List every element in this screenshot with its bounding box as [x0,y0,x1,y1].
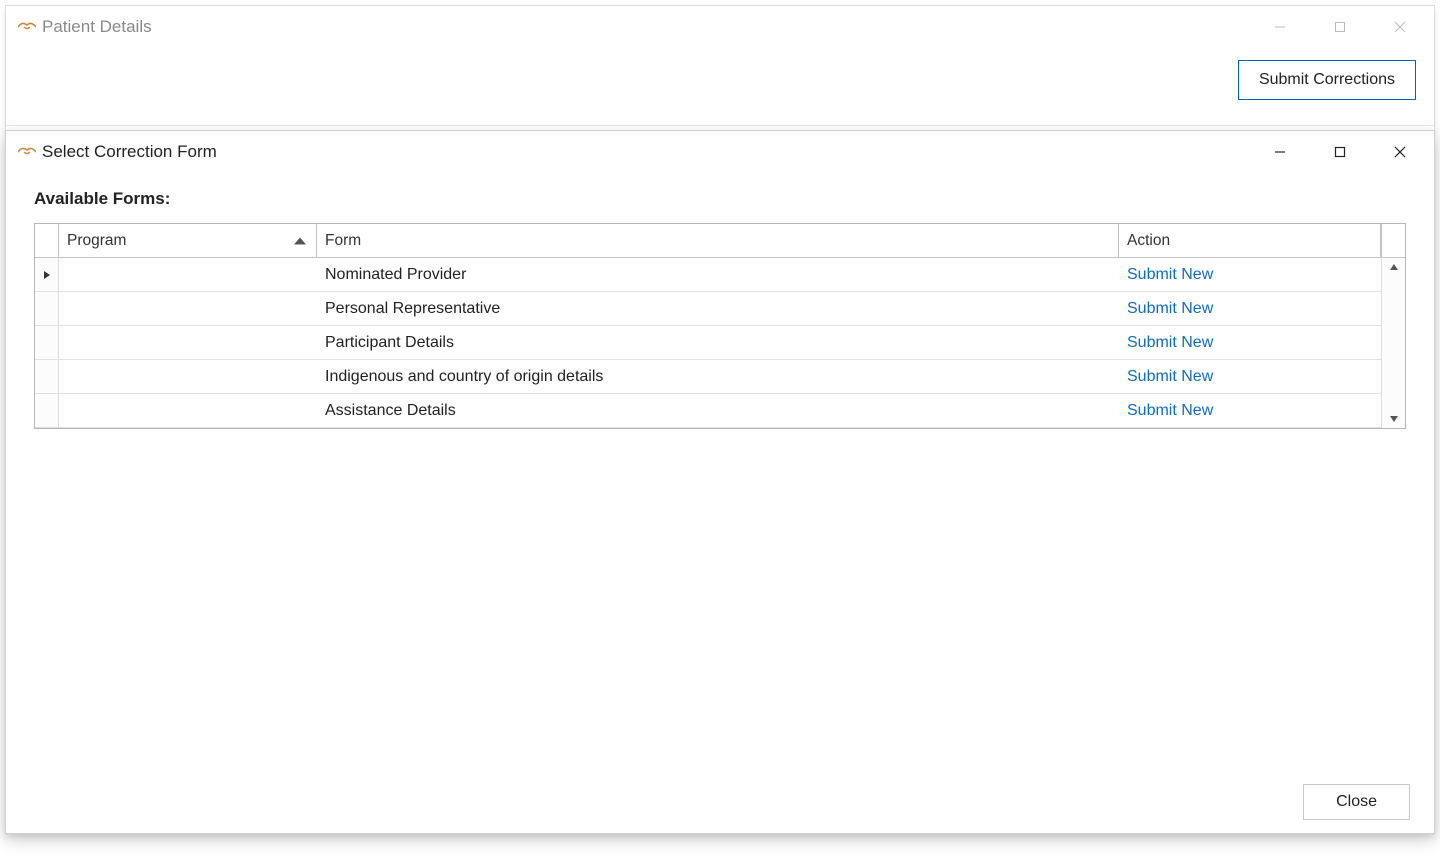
select-correction-form-window: Select Correction Form Available Forms: [5,130,1435,834]
minimize-button-outer[interactable] [1250,7,1310,47]
maximize-button-modal[interactable] [1310,132,1370,172]
grid-header-indicator [35,224,59,257]
cell-action: Submit New [1119,394,1381,427]
table-row: Assistance Details Submit New [35,394,1405,428]
submit-new-link[interactable]: Submit New [1127,266,1213,284]
modal-window-controls [1250,132,1430,172]
cell-action: Submit New [1119,326,1381,359]
column-header-form[interactable]: Form [317,224,1119,257]
scroll-up-icon[interactable] [1382,258,1405,276]
cell-program [59,258,317,291]
row-indicator [35,292,59,325]
cell-action: Submit New [1119,258,1381,291]
table-row: Indigenous and country of origin details… [35,360,1405,394]
column-header-program[interactable]: Program [59,224,317,257]
table-row: Participant Details Submit New [35,326,1405,360]
submit-corrections-button[interactable]: Submit Corrections [1238,60,1416,100]
modal-body: Available Forms: Program Form Action [6,173,1434,771]
row-indicator [35,394,59,427]
column-header-action[interactable]: Action [1119,224,1381,257]
grid-body: Nominated Provider Submit New Personal R… [35,258,1405,428]
close-button[interactable]: Close [1303,784,1410,820]
table-row: Nominated Provider Submit New [35,258,1405,292]
row-indicator [35,360,59,393]
cell-program [59,394,317,427]
cell-program [59,292,317,325]
patient-details-titlebar: Patient Details [6,6,1434,48]
grid-header-scroll-stub [1381,224,1405,257]
submit-new-link[interactable]: Submit New [1127,368,1213,386]
app-bird-icon [18,145,36,159]
patient-details-window-controls [1250,7,1430,47]
app-bird-icon [18,20,36,34]
scroll-down-icon[interactable] [1382,410,1405,428]
cell-form: Participant Details [317,326,1119,359]
close-button-outer[interactable] [1370,7,1430,47]
select-correction-form-titlebar: Select Correction Form [6,131,1434,173]
patient-details-title: Patient Details [42,17,1250,37]
patient-details-toolbar: Submit Corrections [6,48,1434,126]
submit-new-link[interactable]: Submit New [1127,402,1213,420]
available-forms-label: Available Forms: [34,189,1406,209]
column-header-program-label: Program [67,232,126,250]
maximize-button-outer[interactable] [1310,7,1370,47]
cell-form: Indigenous and country of origin details [317,360,1119,393]
close-button-modal[interactable] [1370,132,1430,172]
grid-vertical-scrollbar[interactable] [1381,258,1405,428]
submit-new-link[interactable]: Submit New [1127,334,1213,352]
modal-footer: Close [6,771,1434,833]
minimize-button-modal[interactable] [1250,132,1310,172]
grid-header-row: Program Form Action [35,224,1405,258]
cell-action: Submit New [1119,360,1381,393]
submit-new-link[interactable]: Submit New [1127,300,1213,318]
table-row: Personal Representative Submit New [35,292,1405,326]
cell-form: Nominated Provider [317,258,1119,291]
cell-program [59,360,317,393]
modal-title: Select Correction Form [42,142,1250,162]
forms-grid: Program Form Action Nominated Provider [34,223,1406,429]
row-indicator-icon [35,258,59,291]
cell-form: Personal Representative [317,292,1119,325]
cell-program [59,326,317,359]
column-header-form-label: Form [325,232,361,250]
row-indicator [35,326,59,359]
column-header-action-label: Action [1127,232,1170,250]
cell-form: Assistance Details [317,394,1119,427]
cell-action: Submit New [1119,292,1381,325]
